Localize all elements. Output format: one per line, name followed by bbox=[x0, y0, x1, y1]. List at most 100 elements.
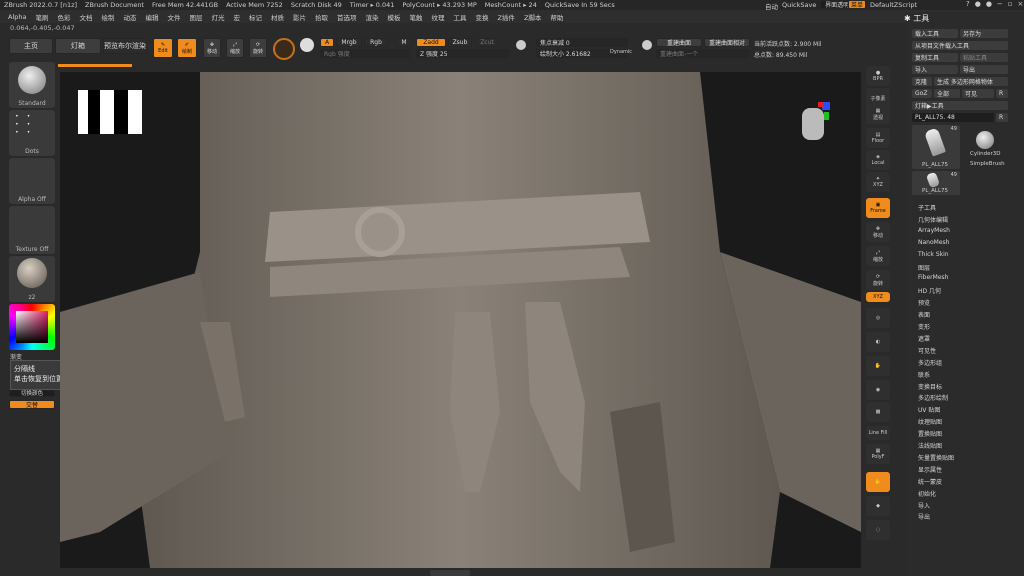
menu-item[interactable]: 帮助 bbox=[550, 12, 563, 22]
clone-button[interactable]: 克隆 bbox=[912, 77, 932, 86]
save-as-button[interactable]: 另存为 bbox=[960, 29, 1008, 38]
menu-item[interactable]: 材质 bbox=[271, 12, 284, 22]
tool-submenu-item[interactable]: 表面 bbox=[918, 310, 930, 319]
rotate-button[interactable]: ⟳ 旋转 bbox=[249, 38, 267, 58]
goz-button[interactable]: GoZ bbox=[912, 89, 932, 98]
alternate-button[interactable]: 交替 bbox=[9, 400, 55, 409]
gizmo-icon[interactable] bbox=[273, 38, 295, 60]
frame-button[interactable]: ▣ Frame bbox=[866, 198, 890, 218]
menu-item[interactable]: Alpha bbox=[8, 13, 26, 21]
alpha-selector[interactable]: Alpha Off bbox=[9, 158, 55, 204]
menu-item[interactable]: 首选项 bbox=[337, 12, 357, 22]
solo-mode-button[interactable]: ◆ bbox=[866, 496, 890, 516]
paste-tool-button[interactable]: 粘贴工具 bbox=[960, 53, 1008, 62]
menu-item[interactable]: 宏 bbox=[233, 12, 240, 22]
m-button[interactable]: M bbox=[396, 38, 412, 47]
menu-item[interactable]: 绘制 bbox=[101, 12, 114, 22]
tool-submenu-item[interactable]: 纹理贴图 bbox=[918, 417, 942, 426]
rgb-mode-icon[interactable] bbox=[300, 38, 314, 52]
move-view-button[interactable]: ✥ 移动 bbox=[866, 222, 890, 242]
tool-submenu-item[interactable]: 法线贴图 bbox=[918, 441, 942, 450]
menu-item[interactable]: 变换 bbox=[475, 12, 488, 22]
tool-submenu-item[interactable]: HD 几何 bbox=[918, 286, 941, 295]
texture-selector[interactable]: Texture Off bbox=[9, 206, 55, 254]
floor-button[interactable]: ▤ Floor bbox=[866, 128, 890, 148]
tool-submenu-item[interactable]: 多边形组 bbox=[918, 358, 942, 367]
zadd-button[interactable]: Zadd bbox=[416, 38, 446, 47]
polyframe-button[interactable]: ▩ bbox=[866, 402, 890, 422]
bpr-button[interactable]: ● BPR bbox=[866, 66, 890, 86]
local-button[interactable]: ◈ Local bbox=[866, 150, 890, 170]
current-tool-r-button[interactable]: R bbox=[996, 113, 1008, 122]
tool-submenu-item[interactable]: 遮罩 bbox=[918, 334, 930, 343]
menu-item[interactable]: 文档 bbox=[79, 12, 92, 22]
load-tool-button[interactable]: 载入工具 bbox=[912, 29, 958, 38]
menu-item[interactable]: 编辑 bbox=[145, 12, 158, 22]
tool-submenu-item[interactable]: 多边形绘制 bbox=[918, 393, 948, 402]
orientation-head-gizmo[interactable] bbox=[796, 102, 830, 146]
mrgb-button[interactable]: Mrgb bbox=[336, 38, 362, 47]
tool-submenu-item[interactable]: 初始化 bbox=[918, 489, 936, 498]
window-controls[interactable]: ?●●−▫× bbox=[966, 0, 1024, 8]
menu-item[interactable]: 笔触 bbox=[409, 12, 422, 22]
tool-submenu-item[interactable]: 可见性 bbox=[918, 346, 936, 355]
menus-toggle[interactable]: 菜单 bbox=[848, 0, 866, 9]
tool-submenu-item[interactable]: 变形 bbox=[918, 322, 930, 331]
menu-item[interactable]: 动态 bbox=[123, 12, 136, 22]
tool-submenu-item[interactable]: 显示属性 bbox=[918, 465, 942, 474]
rebuild-surface-button[interactable]: 重建曲面 bbox=[656, 38, 702, 47]
current-tool-slider[interactable]: PL_ALL75. 48 bbox=[912, 113, 994, 122]
stroke-selector[interactable]: · · · · · · Dots bbox=[9, 110, 55, 156]
import-button[interactable]: 导入 bbox=[912, 65, 958, 74]
material-selector[interactable]: z2 bbox=[9, 256, 55, 302]
brush-selector[interactable]: Standard bbox=[9, 62, 55, 108]
preview-render-button[interactable]: 预览布尔渲染 bbox=[103, 38, 147, 54]
tool-submenu-item[interactable]: 预览 bbox=[918, 298, 930, 307]
home-button[interactable]: 主页 bbox=[9, 38, 53, 54]
scale-button[interactable]: ⤢ 缩放 bbox=[226, 38, 244, 58]
tool-thumbnail-cylinder[interactable]: Cylinder3D SimpleBrush bbox=[962, 125, 1008, 169]
menu-item[interactable]: 工具 bbox=[453, 12, 466, 22]
menu-item[interactable]: 纹理 bbox=[431, 12, 444, 22]
tool-submenu-item[interactable]: 图层 bbox=[918, 263, 930, 272]
rotate-view-button[interactable]: ⟳ 旋转 bbox=[866, 270, 890, 290]
tool-submenu-item[interactable]: NanoMesh bbox=[918, 239, 949, 246]
edit-button[interactable]: ✎ Edit bbox=[153, 38, 173, 58]
ghost-button[interactable]: ◐ bbox=[866, 332, 890, 352]
tool-thumbnail-second[interactable]: 49 PL_ALL75 bbox=[912, 171, 960, 195]
color-picker[interactable] bbox=[9, 304, 55, 350]
zsub-button[interactable]: Zsub bbox=[448, 38, 472, 47]
menu-item[interactable]: 模板 bbox=[387, 12, 400, 22]
perspective-button[interactable]: ▦ 透视 bbox=[866, 104, 890, 124]
tool-submenu-item[interactable]: 置换贴图 bbox=[918, 429, 942, 438]
move-button[interactable]: ✥ 移动 bbox=[203, 38, 221, 58]
rgb-intensity-slider[interactable]: Rgb 强度 bbox=[320, 49, 410, 58]
polyf-button[interactable]: ▦ PolyF bbox=[866, 444, 890, 464]
export-button[interactable]: 导出 bbox=[960, 65, 1008, 74]
copy-tool-button[interactable]: 复制工具 bbox=[912, 53, 958, 62]
xpose-button[interactable]: ◉ bbox=[866, 380, 890, 400]
menu-item[interactable]: 笔刷 bbox=[35, 12, 48, 22]
menu-item[interactable]: 影片 bbox=[293, 12, 306, 22]
menu-item[interactable]: 色彩 bbox=[57, 12, 70, 22]
all-button[interactable]: 全部 bbox=[934, 89, 960, 98]
tool-submenu-item[interactable]: 导入 bbox=[918, 501, 930, 510]
bottom-tray-handle[interactable] bbox=[430, 570, 470, 576]
menu-item[interactable]: Z脚本 bbox=[524, 12, 541, 22]
scale-view-button[interactable]: ⤢ 缩放 bbox=[866, 246, 890, 266]
r-button[interactable]: R bbox=[996, 89, 1008, 98]
load-from-project-button[interactable]: 从项目文件载入工具 bbox=[912, 41, 1008, 50]
tool-submenu-item[interactable]: 子工具 bbox=[918, 203, 936, 212]
menu-item[interactable]: 标记 bbox=[249, 12, 262, 22]
tool-submenu-item[interactable]: 变换目标 bbox=[918, 382, 942, 391]
rebuild-surface-one-button[interactable]: 重建曲面-一个 bbox=[656, 49, 750, 58]
rgb-button[interactable]: Rgb bbox=[364, 38, 388, 47]
lightbox-button[interactable]: 灯箱 bbox=[55, 38, 101, 54]
spotlight-button[interactable]: ◌ bbox=[866, 520, 890, 540]
quicksave-button[interactable]: QuickSave bbox=[782, 1, 816, 9]
lightbox-tool-button[interactable]: 灯箱▶工具 bbox=[912, 101, 1008, 110]
tool-submenu-item[interactable]: FiberMesh bbox=[918, 274, 948, 281]
zcut-button[interactable]: Zcut bbox=[476, 38, 498, 47]
menu-item[interactable]: 灯光 bbox=[211, 12, 224, 22]
menu-item[interactable]: 文件 bbox=[167, 12, 180, 22]
